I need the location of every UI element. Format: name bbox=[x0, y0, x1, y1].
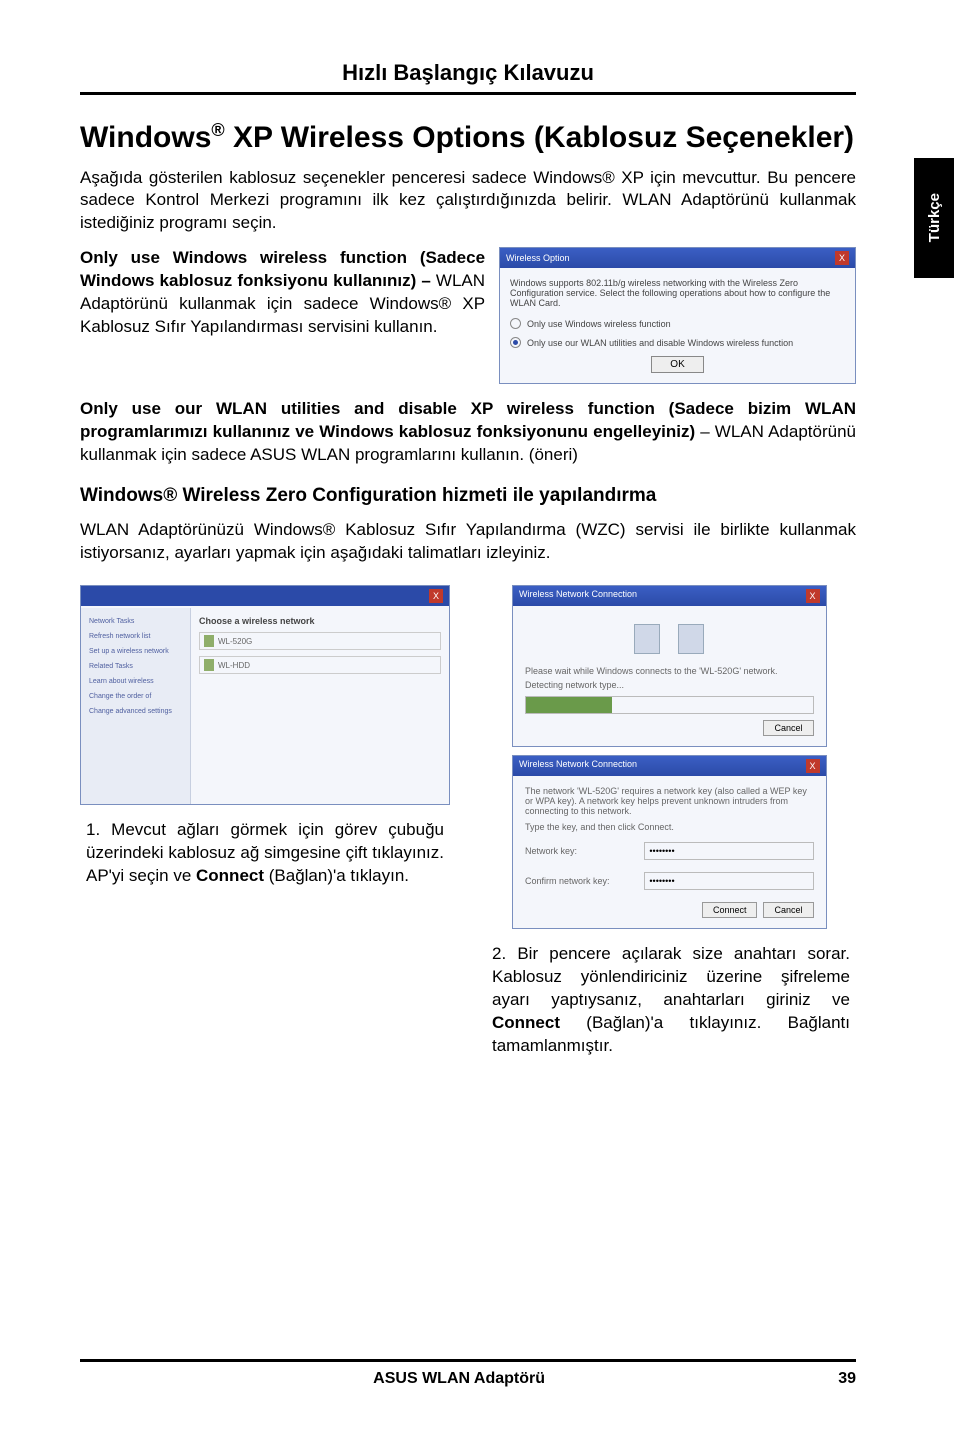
dialog-title: Wireless Network Connection bbox=[519, 589, 637, 603]
step-1: X Network Tasks Refresh network list Set… bbox=[80, 585, 450, 1058]
antenna-icon bbox=[204, 635, 214, 647]
antenna-icon bbox=[204, 659, 214, 671]
language-tab: Türkçe bbox=[914, 158, 954, 278]
sidebar-item: Related Tasks bbox=[87, 659, 184, 674]
close-icon[interactable]: X bbox=[429, 589, 443, 603]
computer-icon bbox=[634, 624, 660, 654]
network-key-input[interactable] bbox=[645, 846, 812, 856]
sidebar-item[interactable]: Learn about wireless bbox=[87, 674, 184, 689]
page-heading: Windows® XP Wireless Options (Kablosuz S… bbox=[80, 119, 856, 157]
choose-network-heading: Choose a wireless network bbox=[199, 616, 441, 626]
type-key-label: Type the key, and then click Connect. bbox=[525, 822, 814, 832]
connection-dialogs: Wireless Network Connection X Please wai… bbox=[512, 585, 827, 929]
key-required-message: The network 'WL-520G' requires a network… bbox=[525, 786, 814, 816]
close-icon[interactable]: X bbox=[806, 589, 820, 603]
language-tab-label: Türkçe bbox=[926, 193, 943, 242]
radio-wlan-utilities[interactable]: Only use our WLAN utilities and disable … bbox=[510, 337, 845, 348]
step-1-caption: 1. Mevcut ağları görmek için görev çubuğ… bbox=[80, 819, 450, 888]
lead-paragraph: Aşağıda gösterilen kablosuz seçenekler p… bbox=[80, 167, 856, 236]
confirm-key-input[interactable] bbox=[645, 876, 812, 886]
radio-icon bbox=[510, 337, 521, 348]
page-body: Hızlı Başlangıç Kılavuzu Windows® XP Wir… bbox=[0, 0, 954, 1058]
ap-icon bbox=[678, 624, 704, 654]
ok-button[interactable]: OK bbox=[651, 356, 703, 373]
progress-bar bbox=[526, 697, 612, 713]
dialog-title: Wireless Network Connection bbox=[519, 759, 637, 773]
cancel-button[interactable]: Cancel bbox=[763, 720, 813, 736]
close-icon[interactable]: X bbox=[806, 759, 820, 773]
dialog-title: Wireless Option bbox=[506, 253, 570, 263]
option-2-text: Only use our WLAN utilities and disable … bbox=[80, 398, 856, 467]
running-head: Hızlı Başlangıç Kılavuzu bbox=[80, 60, 856, 86]
network-row[interactable]: WL-520G bbox=[199, 632, 441, 650]
choose-network-window: X Network Tasks Refresh network list Set… bbox=[80, 585, 450, 805]
dialog-description: Windows supports 802.11b/g wireless netw… bbox=[510, 278, 845, 308]
sidebar-item[interactable]: Change advanced settings bbox=[87, 704, 184, 719]
footer-rule bbox=[80, 1359, 856, 1362]
connect-button[interactable]: Connect bbox=[702, 902, 758, 918]
header-rule bbox=[80, 92, 856, 95]
cancel-button[interactable]: Cancel bbox=[763, 902, 813, 918]
page-footer: ASUS WLAN Adaptörü 39 bbox=[0, 1359, 954, 1388]
network-row[interactable]: WL-HDD bbox=[199, 656, 441, 674]
tasks-sidebar: Network Tasks Refresh network list Set u… bbox=[81, 608, 191, 804]
page-number: 39 bbox=[838, 1370, 856, 1388]
radio-windows-only[interactable]: Only use Windows wireless function bbox=[510, 318, 845, 329]
network-key-label: Network key: bbox=[525, 846, 640, 856]
step-2-caption: 2. Bir pencere açılarak size anahtarı so… bbox=[486, 943, 856, 1058]
sidebar-item[interactable]: Set up a wireless network bbox=[87, 644, 184, 659]
detecting-message: Detecting network type... bbox=[525, 680, 814, 690]
close-icon[interactable]: X bbox=[835, 251, 849, 265]
option-1-text: Only use Windows wireless function (Sade… bbox=[80, 247, 485, 339]
sidebar-item[interactable]: Refresh network list bbox=[87, 629, 184, 644]
wireless-option-dialog: Wireless Option X Windows supports 802.1… bbox=[499, 247, 856, 384]
footer-title: ASUS WLAN Adaptörü bbox=[373, 1370, 545, 1388]
window-title bbox=[87, 589, 90, 603]
wzc-intro: WLAN Adaptörünüzü Windows® Kablosuz Sıfı… bbox=[80, 519, 856, 565]
connecting-message: Please wait while Windows connects to th… bbox=[525, 666, 814, 676]
sidebar-item: Network Tasks bbox=[87, 614, 184, 629]
radio-icon bbox=[510, 318, 521, 329]
step-2: Wireless Network Connection X Please wai… bbox=[486, 585, 856, 1058]
subheading-wzc: Windows® Wireless Zero Configuration hiz… bbox=[80, 485, 856, 507]
confirm-key-label: Confirm network key: bbox=[525, 876, 640, 886]
sidebar-item[interactable]: Change the order of bbox=[87, 689, 184, 704]
